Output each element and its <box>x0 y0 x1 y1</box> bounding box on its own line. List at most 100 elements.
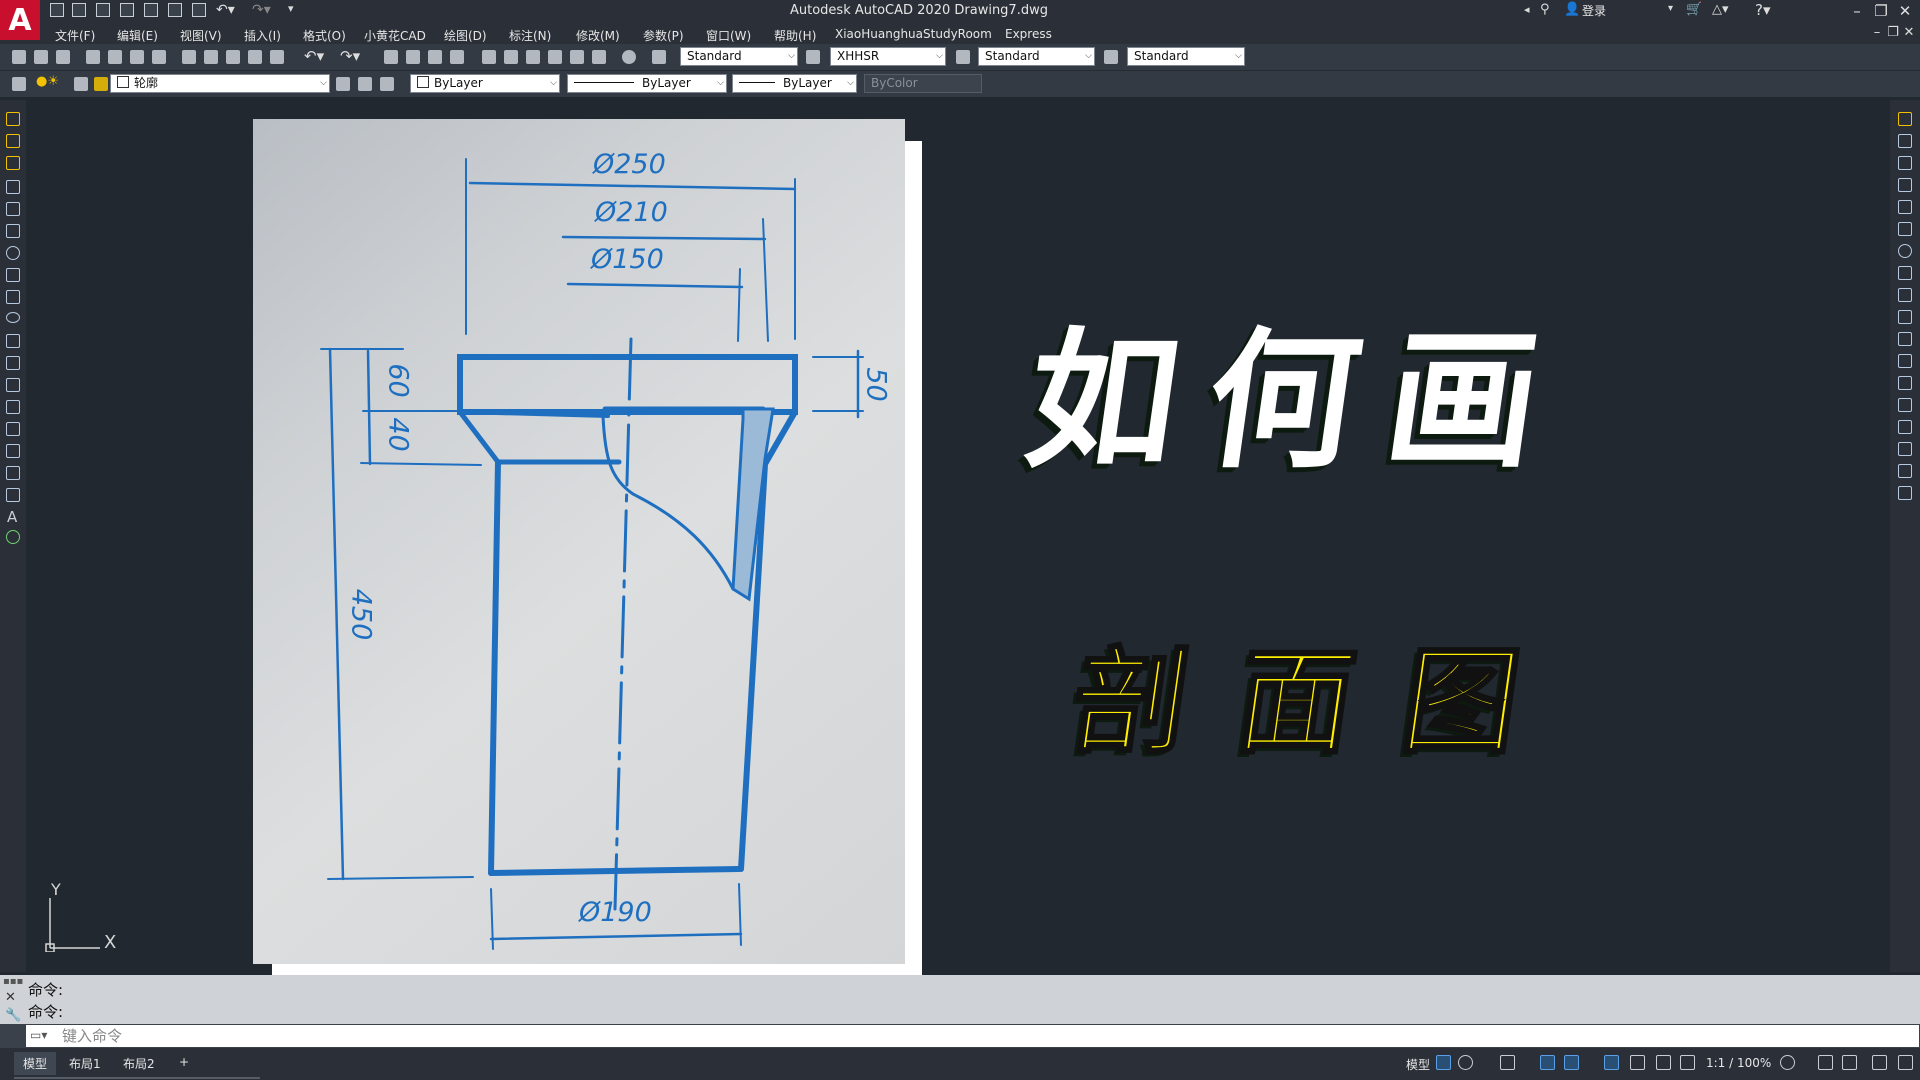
model-space-toggle[interactable]: 模型 <box>1406 1056 1430 1073</box>
stretch-icon[interactable] <box>1898 288 1912 302</box>
layer-on-icon[interactable]: ●☀ <box>36 74 59 89</box>
web-mobile-save-icon[interactable] <box>168 3 182 17</box>
save-as-icon[interactable] <box>120 3 134 17</box>
join-icon[interactable] <box>1898 398 1912 412</box>
ortho-icon[interactable] <box>1500 1055 1515 1070</box>
menu-draw[interactable]: 绘图(D) <box>444 27 487 44</box>
menu-express[interactable]: Express <box>1005 27 1052 41</box>
close-button[interactable]: ✕ <box>1894 2 1916 20</box>
search-arrow-icon[interactable]: ◂ <box>1524 3 1530 16</box>
trim-icon[interactable] <box>1898 310 1912 324</box>
table-style-icon[interactable] <box>956 50 970 64</box>
zoom-realtime-icon[interactable] <box>406 50 420 64</box>
point-icon[interactable] <box>6 400 20 414</box>
multileader-style-icon[interactable] <box>1104 50 1118 64</box>
zoom-previous-icon[interactable] <box>450 50 464 64</box>
spline-icon[interactable] <box>6 290 20 304</box>
rotate-icon[interactable] <box>1898 244 1912 258</box>
menu-studyroom[interactable]: XiaoHuanghuaStudyRoom <box>835 27 992 41</box>
menu-help[interactable]: 帮助(H) <box>774 27 816 44</box>
autodesk-a360-icon[interactable]: △▾ <box>1712 2 1729 17</box>
object-snap-icon[interactable] <box>1564 1055 1579 1070</box>
command-close-icon[interactable]: ✕ <box>5 990 16 1005</box>
web-mobile-open-icon[interactable] <box>144 3 158 17</box>
new-file-icon[interactable] <box>50 3 64 17</box>
sign-in-dropdown-icon[interactable]: ▾ <box>1668 3 1673 14</box>
erase-icon[interactable] <box>1898 112 1912 126</box>
multiline-text-icon[interactable]: A <box>7 508 17 526</box>
scale-icon[interactable] <box>1898 266 1912 280</box>
menu-edit[interactable]: 编辑(E) <box>117 27 158 44</box>
help-icon[interactable]: ?▾ <box>1755 1 1771 19</box>
annotation-scale-icon[interactable] <box>1680 1055 1695 1070</box>
menu-dimension[interactable]: 标注(N) <box>509 27 551 44</box>
3d-dwf-icon[interactable] <box>152 50 166 64</box>
grid-icon[interactable] <box>1436 1055 1451 1070</box>
polar-tracking-icon[interactable] <box>1540 1055 1555 1070</box>
sign-in-link[interactable]: 登录 <box>1582 2 1606 19</box>
add-layout-button[interactable]: + <box>170 1052 198 1072</box>
make-current-layer-icon[interactable] <box>336 77 350 91</box>
table-style-select[interactable]: Standard ⌵ <box>978 47 1095 66</box>
circle-icon[interactable] <box>6 246 20 260</box>
table-icon[interactable] <box>6 488 20 502</box>
lineweight-icon[interactable] <box>1604 1055 1619 1070</box>
plot-preview-icon[interactable] <box>108 50 122 64</box>
qsave-icon[interactable] <box>56 50 70 64</box>
menu-window[interactable]: 窗口(W) <box>706 27 751 44</box>
offset-icon[interactable] <box>1898 178 1912 192</box>
move-icon[interactable] <box>1898 222 1912 236</box>
command-customize-icon[interactable]: 🔧 <box>5 1008 21 1023</box>
paste-icon[interactable] <box>226 50 240 64</box>
zoom-window-icon[interactable] <box>428 50 442 64</box>
text-style-select[interactable]: Standard ⌵ <box>680 47 798 66</box>
color-select[interactable]: ByLayer ⌵ <box>410 74 560 93</box>
plus-icon[interactable] <box>1818 1055 1833 1070</box>
tab-layout2[interactable]: 布局2 <box>114 1052 164 1075</box>
user-icon[interactable]: 👤 <box>1564 2 1580 17</box>
quickcalc-icon[interactable] <box>592 50 606 64</box>
cut-icon[interactable] <box>182 50 196 64</box>
recent-commands-icon[interactable]: ▭▾ <box>30 1028 47 1042</box>
layer-lock-icon[interactable] <box>74 77 88 91</box>
mirror-icon[interactable] <box>1898 156 1912 170</box>
menu-parametric[interactable]: 参数(P) <box>643 27 684 44</box>
fullscreen-icon[interactable] <box>1872 1055 1887 1070</box>
block-editor-icon[interactable] <box>270 50 284 64</box>
tool-palettes-icon[interactable] <box>526 50 540 64</box>
design-center-icon[interactable] <box>504 50 518 64</box>
ellipse-icon[interactable] <box>6 312 20 323</box>
array-icon[interactable] <box>1898 200 1912 214</box>
layout-tab-scroll[interactable] <box>14 1077 260 1079</box>
xhh-tool-2-icon[interactable] <box>6 134 20 148</box>
publish-icon[interactable] <box>130 50 144 64</box>
region-icon[interactable] <box>6 466 20 480</box>
binoculars-icon[interactable]: ⚲ <box>1540 2 1550 17</box>
toolbar-undo-icon[interactable]: ↶▾ <box>304 47 324 65</box>
toolbar-redo-icon[interactable]: ↷▾ <box>340 47 360 65</box>
break-at-point-icon[interactable] <box>1898 354 1912 368</box>
hatch-icon[interactable] <box>6 422 20 436</box>
lineweight-select[interactable]: ByLayer ⌵ <box>732 74 857 93</box>
undo-icon[interactable]: ↶▾ <box>216 2 235 18</box>
properties-icon[interactable] <box>482 50 496 64</box>
menu-format[interactable]: 格式(O) <box>303 27 346 44</box>
rectangle-icon[interactable] <box>6 202 20 216</box>
snap-mode-icon[interactable] <box>1458 1055 1473 1070</box>
copy-object-icon[interactable] <box>1898 134 1912 148</box>
save-icon[interactable] <box>96 3 110 17</box>
print-icon[interactable] <box>86 50 100 64</box>
dim-style-icon[interactable] <box>806 50 820 64</box>
annotation-visibility-icon[interactable] <box>1630 1055 1645 1070</box>
toolbar-help-icon[interactable] <box>622 50 636 64</box>
dim-style-select[interactable]: XHHSR ⌵ <box>830 47 946 66</box>
layer-previous-icon[interactable] <box>358 77 372 91</box>
command-input[interactable] <box>26 1025 1919 1047</box>
revision-cloud-icon[interactable] <box>6 268 20 282</box>
chamfer-icon[interactable] <box>1898 420 1912 434</box>
make-block-icon[interactable] <box>6 378 20 392</box>
xhh-tool-3-icon[interactable] <box>6 156 20 170</box>
polygon-icon[interactable] <box>6 180 20 194</box>
customize-quick-access-icon[interactable]: ▾ <box>288 2 294 15</box>
text-style-icon[interactable] <box>652 50 666 64</box>
